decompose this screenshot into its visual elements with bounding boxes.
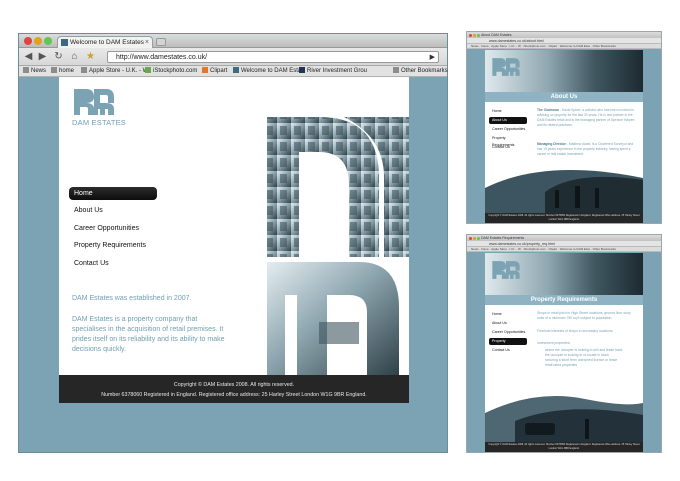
req-nav-home[interactable]: Home bbox=[489, 311, 527, 318]
about-chairman-text: The Chairman - David Spicer, a solicitor… bbox=[537, 108, 635, 127]
requirements-tab-title[interactable]: DAM Estates Requirements bbox=[481, 236, 524, 240]
nav-property-requirements[interactable]: Property Requirements bbox=[69, 239, 157, 252]
about-heading: About Us bbox=[485, 92, 643, 102]
about-nav-home[interactable]: Home bbox=[489, 108, 527, 115]
footer-registration: Number 6378060 Registered in England. Re… bbox=[101, 392, 367, 398]
dam-icon bbox=[233, 67, 239, 73]
about-nav-requirements[interactable]: Property Requirements bbox=[489, 135, 527, 147]
istock-icon bbox=[145, 67, 151, 73]
requirements-heading: Property Requirements bbox=[485, 295, 643, 305]
screenshot-collage: Welcome to DAM Estates × ◀ ▶ ↻ ⌂ ★ http:… bbox=[0, 0, 680, 481]
close-window-button[interactable] bbox=[24, 37, 32, 45]
requirements-footer: Copyright © DAM Estates 2008. All rights… bbox=[485, 442, 643, 452]
about-bookmarks-bar: News · home · Apple Store - U.K. - W · i… bbox=[467, 44, 661, 49]
web-page: DAM ESTATES Home About Us Career Opportu… bbox=[59, 77, 409, 375]
req-nav-contact[interactable]: Contact Us bbox=[489, 347, 527, 354]
forward-icon[interactable]: ▶ bbox=[37, 51, 48, 62]
about-page: About Us Home About Us Career Opportunit… bbox=[485, 50, 643, 223]
about-nav-careers[interactable]: Career Opportunities bbox=[489, 126, 527, 133]
footer-copyright: Copyright © DAM Estates 2008. All rights… bbox=[173, 382, 295, 388]
requirements-street-photo bbox=[485, 396, 643, 443]
bookmark-item[interactable]: Apple Store - U.K. - W bbox=[81, 66, 148, 77]
about-footer: Copyright © DAM Estates 2008. All rights… bbox=[485, 213, 643, 223]
bookmark-item[interactable]: River Investment Grou bbox=[299, 66, 367, 77]
bookmark-item[interactable]: Other Bookmarks bbox=[393, 66, 448, 77]
clipart-icon bbox=[202, 67, 208, 73]
close-window-button[interactable] bbox=[469, 236, 472, 240]
about-browser-window: About DAM Estates www.damestates.co.uk/a… bbox=[466, 31, 662, 224]
zoom-window-button[interactable] bbox=[44, 37, 52, 45]
req-nav-requirements[interactable]: Property Requirements bbox=[489, 338, 527, 350]
requirements-browser-window: DAM Estates Requirements www.damestates.… bbox=[466, 234, 662, 453]
nav-about-us[interactable]: About Us bbox=[69, 204, 157, 217]
page-icon bbox=[51, 67, 57, 73]
tab-title: Welcome to DAM Estates bbox=[70, 39, 144, 46]
dam-logo-icon[interactable] bbox=[72, 87, 116, 117]
title-bar: Welcome to DAM Estates × bbox=[19, 34, 447, 48]
bookmark-item[interactable]: Welcome to DAM Esta bbox=[233, 66, 301, 77]
bookmark-item[interactable]: News bbox=[23, 66, 46, 77]
about-director-text: Managing Director - Matthew Alasti, is a… bbox=[537, 142, 634, 156]
requirement-bullet: Shops in retail pitch in High Street loc… bbox=[537, 311, 631, 320]
nav-contact-us[interactable]: Contact Us bbox=[69, 257, 157, 270]
reload-icon[interactable]: ↻ bbox=[53, 51, 64, 62]
browser-toolbar: ◀ ▶ ↻ ⌂ ★ http://www.damestates.co.uk/ ▶ bbox=[19, 48, 447, 66]
close-tab-icon[interactable]: × bbox=[145, 37, 149, 48]
requirement-bullet: Freehold interests of shops in secondary… bbox=[537, 329, 614, 333]
requirements-bookmarks-bar: News · home · Apple Store - U.K. - W · i… bbox=[467, 247, 661, 252]
bookmark-item[interactable]: home bbox=[51, 66, 74, 77]
about-street-photo bbox=[485, 170, 643, 213]
about-nav-about-us[interactable]: About Us bbox=[489, 117, 527, 124]
main-browser-window: Welcome to DAM Estates × ◀ ▶ ↻ ⌂ ★ http:… bbox=[18, 33, 448, 453]
bookmark-star-icon[interactable]: ★ bbox=[85, 51, 96, 62]
home-icon[interactable]: ⌂ bbox=[69, 51, 80, 62]
bookmarks-bar: News home Apple Store - U.K. - W iStockp… bbox=[19, 66, 448, 77]
requirements-header-photo bbox=[485, 253, 643, 295]
minimize-window-button[interactable] bbox=[473, 33, 476, 37]
zoom-window-button[interactable] bbox=[477, 236, 480, 240]
established-text: DAM Estates was established in 2007. bbox=[72, 295, 192, 302]
about-nav-contact[interactable]: Contact Us bbox=[489, 144, 527, 151]
minimize-window-button[interactable] bbox=[34, 37, 42, 45]
requirement-bullet: Investment properties: bbox=[537, 341, 571, 345]
zoom-window-button[interactable] bbox=[477, 33, 480, 37]
url-text: http://www.damestates.co.uk/ bbox=[116, 54, 208, 61]
favicon-icon bbox=[61, 39, 68, 46]
requirements-page: Property Requirements Home About Us Care… bbox=[485, 253, 643, 452]
folder-icon bbox=[23, 67, 29, 73]
nav-career-opportunities[interactable]: Career Opportunities bbox=[69, 222, 157, 235]
close-window-button[interactable] bbox=[469, 33, 472, 37]
logo-wordmark: DAM ESTATES bbox=[72, 118, 127, 127]
go-icon[interactable]: ▶ bbox=[430, 52, 435, 63]
browser-tab[interactable]: Welcome to DAM Estates × bbox=[57, 36, 153, 48]
req-nav-careers[interactable]: Career Opportunities bbox=[489, 329, 527, 336]
dam-logo-icon[interactable] bbox=[491, 259, 521, 281]
about-header-photo bbox=[485, 50, 643, 92]
apple-icon bbox=[81, 67, 87, 73]
bookmark-item[interactable]: Clipart bbox=[202, 66, 227, 77]
page-footer: Copyright © DAM Estates 2008. All rights… bbox=[59, 375, 409, 403]
dam-logo-icon[interactable] bbox=[491, 56, 521, 78]
minimize-window-button[interactable] bbox=[473, 236, 476, 240]
back-icon[interactable]: ◀ bbox=[23, 51, 34, 62]
folder-icon bbox=[393, 67, 399, 73]
req-nav-about-us[interactable]: About Us bbox=[489, 320, 527, 327]
address-bar[interactable]: http://www.damestates.co.uk/ ▶ bbox=[107, 51, 439, 63]
about-tab-title[interactable]: About DAM Estates bbox=[481, 33, 512, 37]
river-icon bbox=[299, 67, 305, 73]
company-description: DAM Estates is a property company that s… bbox=[72, 316, 225, 353]
requirement-sub-bullet: retail rated properties bbox=[545, 363, 578, 367]
bookmark-item[interactable]: iStockphoto.com bbox=[145, 66, 197, 77]
hero-logo-photo bbox=[267, 117, 409, 375]
new-tab-button[interactable] bbox=[156, 38, 166, 46]
nav-home[interactable]: Home bbox=[69, 187, 157, 200]
